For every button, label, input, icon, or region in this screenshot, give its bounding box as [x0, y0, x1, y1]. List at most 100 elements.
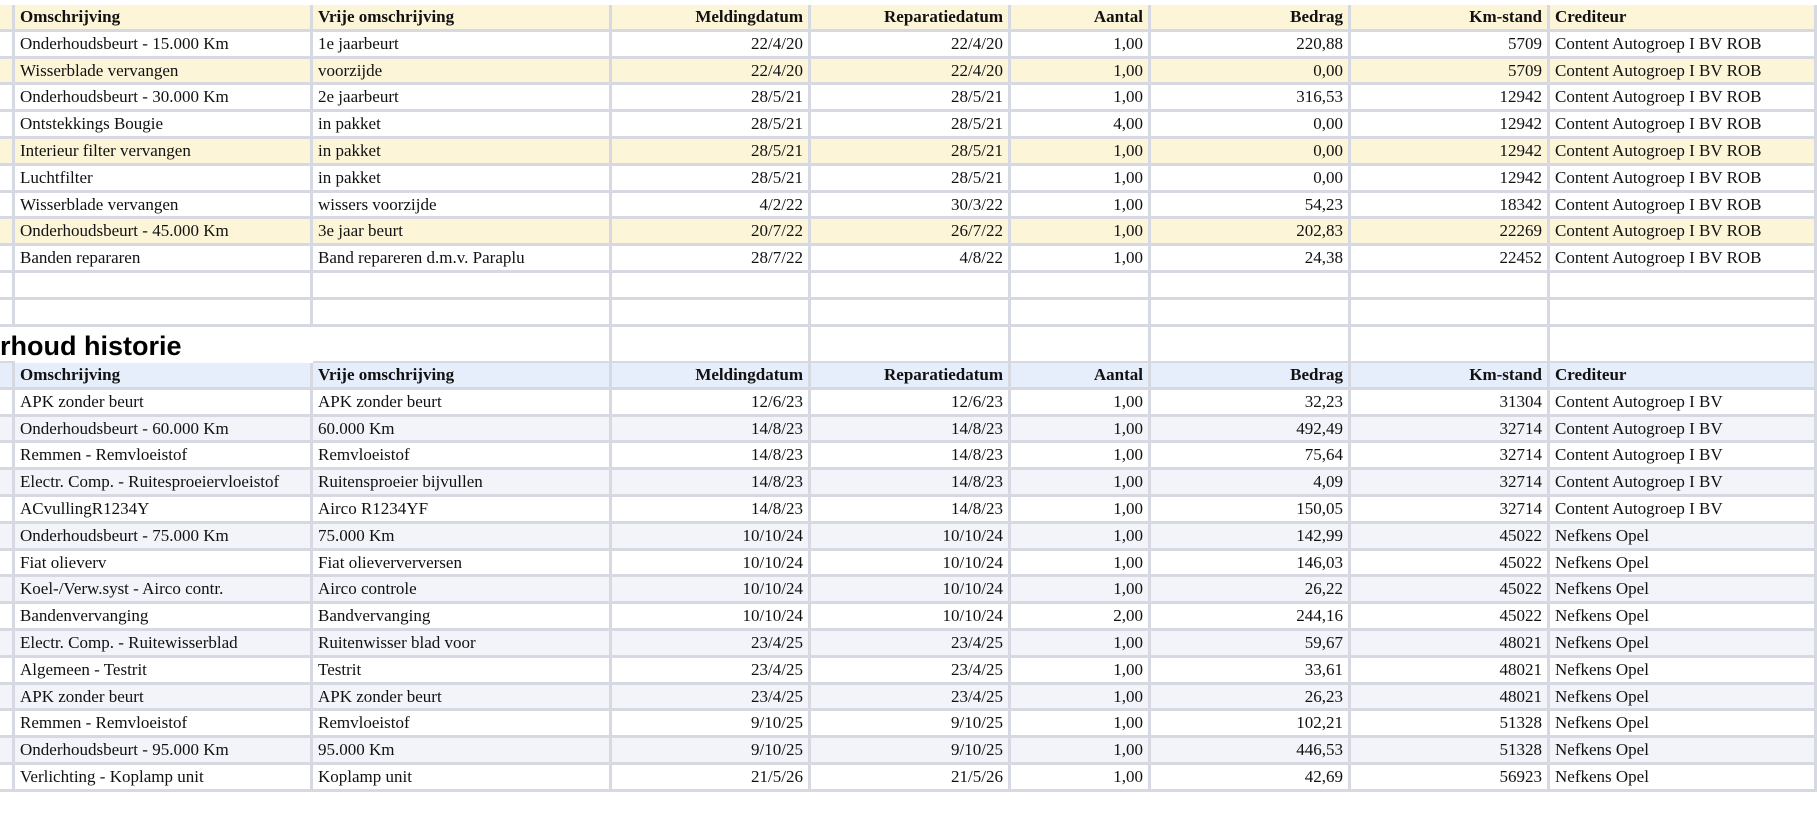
table2-cell[interactable]: 1,00 [1011, 416, 1151, 444]
table1-header-cell[interactable]: Meldingdatum [612, 5, 811, 32]
table2-cell[interactable]: Algemeen - Testrit [15, 657, 313, 685]
row-gutter-cell[interactable] [0, 550, 15, 578]
table1-cell[interactable]: Interieur filter vervangen [15, 139, 313, 166]
table2-cell[interactable]: 23/4/25 [612, 631, 811, 658]
table2-header-cell[interactable]: Aantal [1011, 363, 1151, 390]
empty-cell[interactable] [612, 273, 811, 300]
table1-cell[interactable]: 12942 [1351, 85, 1550, 113]
table1-cell[interactable]: 22/4/20 [612, 58, 811, 86]
row-gutter-cell[interactable] [0, 684, 15, 712]
row-gutter-cell[interactable] [0, 5, 15, 32]
row-gutter-cell[interactable] [0, 85, 15, 113]
table2-cell[interactable]: Fiat olieververversen [313, 550, 612, 578]
table2-cell[interactable]: 150,05 [1151, 497, 1351, 524]
table2-cell[interactable]: Airco R1234YF [313, 497, 612, 524]
table2-cell[interactable]: 23/4/25 [612, 684, 811, 712]
table1-cell[interactable]: Content Autogroep I BV ROB [1550, 31, 1817, 59]
table1-header-cell[interactable]: Bedrag [1151, 5, 1351, 32]
empty-cell[interactable] [15, 273, 313, 300]
table2-cell[interactable]: 56923 [1351, 765, 1550, 792]
table2-cell[interactable]: 1,00 [1011, 497, 1151, 524]
table1-cell[interactable]: 28/7/22 [612, 246, 811, 273]
row-gutter-cell[interactable] [0, 192, 15, 220]
empty-cell[interactable] [1351, 326, 1550, 364]
table2-cell[interactable]: 33,61 [1151, 657, 1351, 685]
table2-cell[interactable]: Nefkens Opel [1550, 550, 1817, 578]
table1-cell[interactable]: 26/7/22 [811, 219, 1011, 247]
table1-cell[interactable]: Content Autogroep I BV ROB [1550, 58, 1817, 86]
table2-cell[interactable]: 75,64 [1151, 443, 1351, 471]
empty-cell[interactable] [1550, 299, 1817, 327]
empty-cell[interactable] [811, 299, 1011, 327]
table2-cell[interactable]: 10/10/24 [811, 577, 1011, 605]
row-gutter-cell[interactable] [0, 58, 15, 86]
table1-cell[interactable]: Content Autogroep I BV ROB [1550, 85, 1817, 113]
table1-cell[interactable]: 316,53 [1151, 85, 1351, 113]
table1-cell[interactable]: 12942 [1351, 165, 1550, 193]
table2-cell[interactable]: 14/8/23 [811, 497, 1011, 524]
table2-cell[interactable]: 32,23 [1151, 389, 1351, 417]
table2-cell[interactable]: 102,21 [1151, 711, 1351, 739]
table2-cell[interactable]: Remvloeistof [313, 443, 612, 471]
table2-cell[interactable]: Nefkens Opel [1550, 577, 1817, 605]
table1-cell[interactable]: Onderhoudsbeurt - 30.000 Km [15, 85, 313, 113]
empty-cell[interactable] [1351, 299, 1550, 327]
table2-cell[interactable]: 1,00 [1011, 389, 1151, 417]
table2-cell[interactable]: 9/10/25 [811, 711, 1011, 739]
table2-cell[interactable]: 1,00 [1011, 657, 1151, 685]
table1-cell[interactable]: 1,00 [1011, 165, 1151, 193]
table1-cell[interactable]: 2e jaarbeurt [313, 85, 612, 113]
table1-cell[interactable]: Wisserblade vervangen [15, 58, 313, 86]
table1-cell[interactable]: 1e jaarbeurt [313, 31, 612, 59]
table1-cell[interactable]: Onderhoudsbeurt - 45.000 Km [15, 219, 313, 247]
table2-cell[interactable]: Ruitensproeier bijvullen [313, 470, 612, 497]
row-gutter-cell[interactable] [0, 299, 15, 327]
table2-cell[interactable]: APK zonder beurt [313, 389, 612, 417]
table1-cell[interactable]: 4/2/22 [612, 192, 811, 220]
table1-cell[interactable]: Content Autogroep I BV ROB [1550, 192, 1817, 220]
table2-cell[interactable]: ACvullingR1234Y [15, 497, 313, 524]
table2-cell[interactable]: 1,00 [1011, 631, 1151, 658]
table1-cell[interactable]: 24,38 [1151, 246, 1351, 273]
table2-header-cell[interactable]: Meldingdatum [612, 363, 811, 390]
table2-cell[interactable]: 10/10/24 [612, 523, 811, 551]
table1-cell[interactable]: Ontstekkings Bougie [15, 112, 313, 139]
row-gutter-cell[interactable] [0, 389, 15, 417]
table2-cell[interactable]: Remvloeistof [313, 711, 612, 739]
row-gutter-cell[interactable] [0, 246, 15, 273]
table2-cell[interactable]: Remmen - Remvloeistof [15, 711, 313, 739]
table1-cell[interactable]: Wisserblade vervangen [15, 192, 313, 220]
table2-cell[interactable]: Onderhoudsbeurt - 60.000 Km [15, 416, 313, 444]
empty-cell[interactable] [313, 299, 612, 327]
table1-cell[interactable]: 22/4/20 [811, 31, 1011, 59]
table2-cell[interactable]: 10/10/24 [612, 550, 811, 578]
row-gutter-cell[interactable] [0, 443, 15, 471]
table1-cell[interactable]: 54,23 [1151, 192, 1351, 220]
table2-cell[interactable]: 1,00 [1011, 523, 1151, 551]
table1-cell[interactable]: 220,88 [1151, 31, 1351, 59]
empty-cell[interactable] [1351, 273, 1550, 300]
table1-cell[interactable]: Content Autogroep I BV ROB [1550, 219, 1817, 247]
table2-cell[interactable]: Remmen - Remvloeistof [15, 443, 313, 471]
table2-cell[interactable]: APK zonder beurt [15, 684, 313, 712]
empty-cell[interactable] [1151, 299, 1351, 327]
table2-cell[interactable]: 1,00 [1011, 577, 1151, 605]
empty-cell[interactable] [1011, 326, 1151, 364]
table2-cell[interactable]: Onderhoudsbeurt - 95.000 Km [15, 738, 313, 765]
table2-header-cell[interactable]: Reparatiedatum [811, 363, 1011, 390]
table2-cell[interactable]: 23/4/25 [811, 684, 1011, 712]
table1-header-cell[interactable]: Vrije omschrijving [313, 5, 612, 32]
table1-cell[interactable]: 5709 [1351, 31, 1550, 59]
table2-cell[interactable]: 48021 [1351, 684, 1550, 712]
table2-cell[interactable]: 1,00 [1011, 711, 1151, 739]
table2-cell[interactable]: 10/10/24 [612, 604, 811, 631]
table2-cell[interactable]: Airco controle [313, 577, 612, 605]
table2-cell[interactable]: Content Autogroep I BV [1550, 416, 1817, 444]
table2-cell[interactable]: 51328 [1351, 738, 1550, 765]
table2-cell[interactable]: Nefkens Opel [1550, 684, 1817, 712]
table1-cell[interactable]: 22269 [1351, 219, 1550, 247]
row-gutter-cell[interactable] [0, 738, 15, 765]
table1-cell[interactable]: 22/4/20 [612, 31, 811, 59]
empty-cell[interactable] [612, 326, 811, 364]
table2-cell[interactable]: 32714 [1351, 416, 1550, 444]
